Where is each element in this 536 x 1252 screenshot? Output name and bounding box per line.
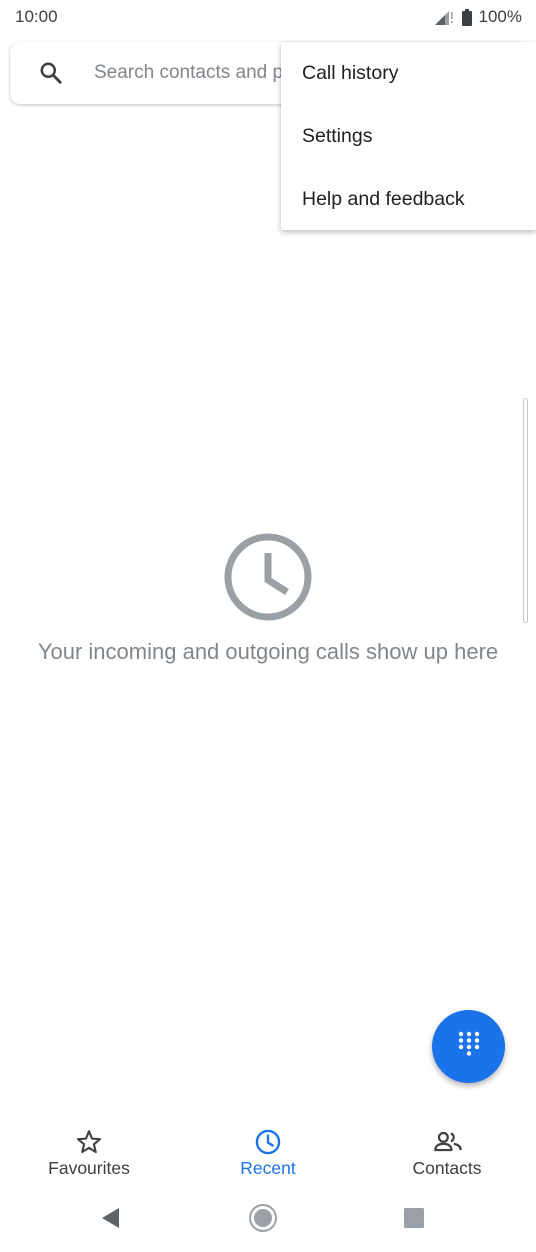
system-navigation-bar [0, 1192, 536, 1252]
tab-label: Contacts [412, 1158, 482, 1178]
overflow-menu: Call history Settings Help and feedback [281, 42, 536, 230]
search-icon[interactable] [38, 60, 64, 86]
status-time: 10:00 [15, 7, 58, 26]
back-icon [100, 1207, 120, 1234]
battery-icon [461, 8, 472, 26]
home-icon [248, 1203, 278, 1238]
bottom-navigation: Favourites Recent Contacts [0, 1118, 536, 1192]
menu-item-call-history[interactable]: Call history [281, 42, 536, 105]
tab-recent[interactable]: Recent [179, 1118, 357, 1192]
scrollbar[interactable] [523, 398, 528, 623]
signal-icon [434, 9, 455, 25]
tab-contacts[interactable]: Contacts [358, 1118, 536, 1192]
clock-icon [222, 531, 314, 623]
menu-item-label: Help and feedback [302, 188, 465, 210]
battery-percentage: 100% [478, 7, 522, 26]
star-icon [75, 1128, 103, 1156]
recents-icon [404, 1207, 424, 1233]
people-icon [433, 1128, 462, 1156]
menu-item-settings[interactable]: Settings [281, 105, 536, 168]
status-bar: 10:00 100% [0, 0, 536, 34]
status-indicators: 100% [434, 7, 522, 27]
tab-label: Favourites [48, 1158, 130, 1178]
tab-favourites[interactable]: Favourites [0, 1118, 178, 1192]
menu-item-label: Settings [302, 125, 373, 147]
menu-item-label: Call history [302, 62, 399, 84]
dialpad-button[interactable] [432, 1010, 505, 1083]
dialpad-icon [457, 1031, 481, 1062]
menu-item-help-feedback[interactable]: Help and feedback [281, 168, 536, 231]
home-button[interactable] [247, 1203, 279, 1238]
clock-icon [254, 1128, 282, 1156]
tab-label: Recent [240, 1158, 296, 1178]
back-button[interactable] [94, 1204, 126, 1236]
recents-button[interactable] [398, 1204, 430, 1236]
empty-state-message: Your incoming and outgoing calls show up… [37, 639, 499, 664]
